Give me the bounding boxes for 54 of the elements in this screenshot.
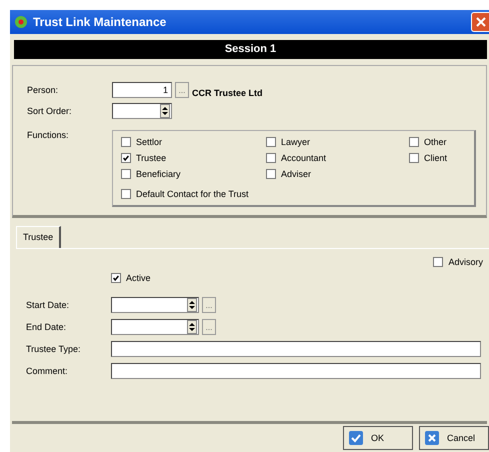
spinner-icon[interactable] [187, 298, 197, 312]
checkbox[interactable] [121, 169, 131, 179]
close-icon [476, 17, 486, 27]
checkbox-label: Default Contact for the Trust [136, 189, 249, 199]
checkbox-label: Other [424, 137, 447, 147]
checkbox[interactable] [409, 153, 419, 163]
check-icon [122, 154, 130, 162]
checkbox[interactable] [409, 137, 419, 147]
person-name: CCR Trustee Ltd [192, 88, 263, 98]
checkbox-label: Beneficiary [136, 169, 181, 179]
cancel-button[interactable]: Cancel [419, 426, 489, 450]
cross-icon [425, 431, 439, 445]
field-label: End Date: [26, 322, 68, 332]
checkbox-label: Active [126, 273, 151, 283]
ok-button[interactable]: OK [343, 426, 413, 450]
field-label: Sort Order: [27, 106, 73, 116]
check-icon [349, 431, 363, 445]
checkbox-label: Accountant [281, 153, 326, 163]
checkbox[interactable] [266, 137, 276, 147]
checkbox[interactable] [121, 137, 131, 147]
checkbox[interactable] [266, 153, 276, 163]
session-header: Session 1 [14, 40, 487, 59]
checkbox[interactable] [266, 169, 276, 179]
sort-order-field[interactable] [112, 103, 172, 119]
checkbox-label: Settlor [136, 137, 162, 147]
browse-button[interactable]: ... [202, 319, 216, 335]
text-field[interactable] [111, 341, 481, 357]
checkbox-label: Lawyer [281, 137, 310, 147]
spinner-icon[interactable] [160, 104, 170, 118]
browse-button[interactable]: ... [175, 82, 189, 98]
date-field[interactable] [111, 319, 199, 335]
field-label: Start Date: [26, 300, 70, 310]
field-label: Comment: [26, 366, 69, 376]
check-icon [112, 274, 120, 282]
field-label: Functions: [27, 130, 70, 140]
field-label: Trustee Type: [26, 344, 82, 354]
checkbox-label: Adviser [281, 169, 312, 179]
checkbox[interactable] [121, 189, 131, 199]
flower-icon [14, 15, 28, 29]
checkbox-label: Advisory [448, 257, 483, 267]
date-field[interactable] [111, 297, 199, 313]
checkbox-label: Trustee [136, 153, 166, 163]
field-label: Person: [27, 85, 60, 95]
close-button[interactable] [471, 12, 489, 32]
tab[interactable]: Trustee [16, 226, 62, 248]
browse-button[interactable]: ... [202, 297, 216, 313]
checkbox[interactable] [433, 257, 444, 267]
checkbox[interactable] [111, 273, 121, 283]
checkbox[interactable] [121, 153, 131, 163]
text-field[interactable] [111, 363, 481, 379]
checkbox-label: Client [424, 153, 448, 163]
spinner-icon[interactable] [187, 320, 197, 334]
window-title: Trust Link Maintenance [33, 15, 166, 29]
person-field[interactable]: 1 [112, 82, 172, 98]
